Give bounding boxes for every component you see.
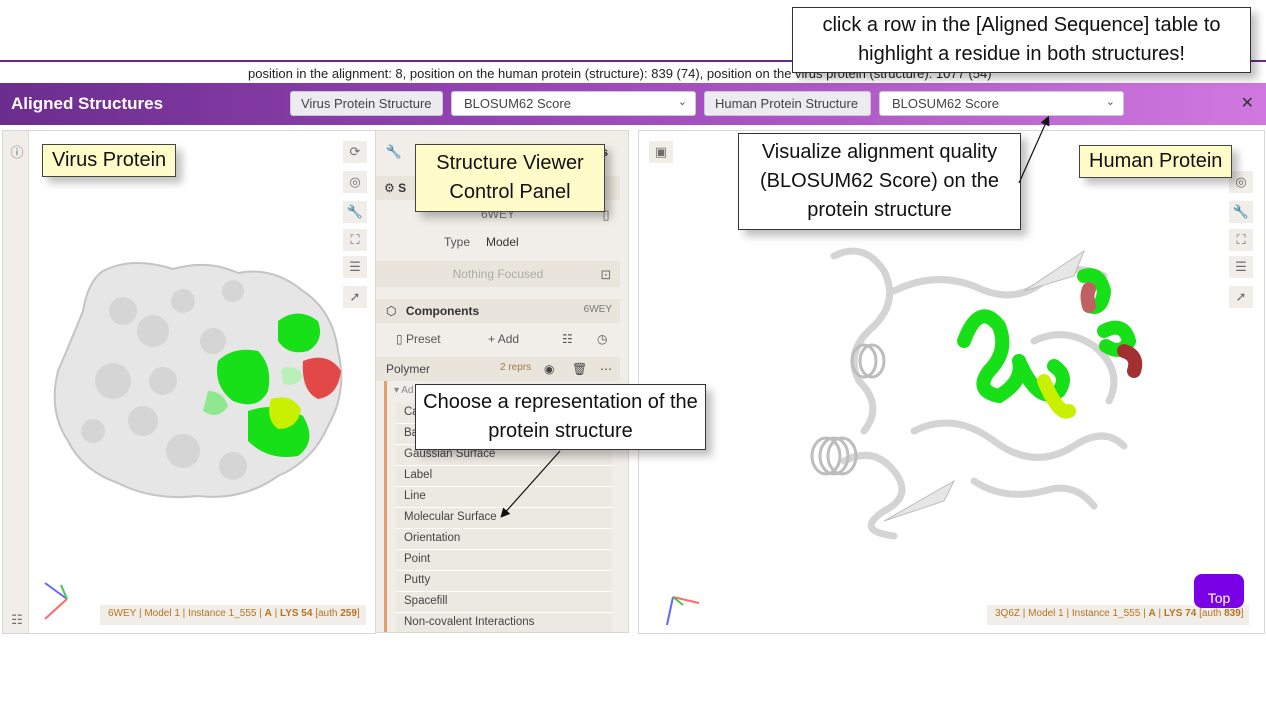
wrench-icon[interactable]: 🔧 bbox=[343, 201, 367, 223]
rep-item[interactable]: Point bbox=[396, 550, 612, 571]
caret-down-icon: ▾ bbox=[394, 385, 400, 396]
virus-structure-viewer[interactable]: ⓘ ☷ ⟳ ◎ 🔧 ⛶ ☰ ➚ 6WEY | Model 1 | Instanc… bbox=[2, 130, 376, 634]
virus-structure-button[interactable]: Virus Protein Structure bbox=[290, 91, 443, 116]
wrench-icon[interactable]: 🔧 bbox=[1229, 201, 1253, 223]
rep-item[interactable]: Non-covalent Interactions bbox=[396, 613, 612, 632]
status-model: Model 1 bbox=[1028, 608, 1064, 619]
chevron-down-icon: ⌄ bbox=[1105, 96, 1115, 108]
help-icon[interactable]: ⓘ bbox=[5, 142, 29, 164]
green-region bbox=[278, 313, 321, 353]
human-protein-label: Human Protein bbox=[1079, 145, 1233, 178]
axes-icon bbox=[44, 582, 68, 620]
rep-item[interactable]: Label bbox=[396, 466, 612, 487]
polymer-reprs: 2 reprs bbox=[500, 362, 532, 373]
preset-button[interactable]: ▯ Preset bbox=[396, 332, 441, 346]
status-chain: A bbox=[1148, 608, 1156, 619]
add-button[interactable]: + Add bbox=[488, 332, 519, 346]
focus-icon[interactable]: ⊡ bbox=[594, 264, 618, 286]
cube-icon: ⬡ bbox=[386, 304, 397, 318]
rep-item[interactable]: Molecular Surface bbox=[396, 508, 612, 529]
nothing-focused[interactable]: Nothing Focused bbox=[376, 261, 620, 287]
sliders-icon[interactable]: ☰ bbox=[343, 256, 367, 278]
virus-color-select-value: BLOSUM62 Score bbox=[464, 96, 571, 111]
status-model: Model 1 bbox=[144, 608, 180, 619]
choose-representation-callout: Choose a representation of the protein s… bbox=[415, 384, 706, 450]
structure-section-label: S bbox=[398, 181, 407, 195]
status-auth-end: ] bbox=[356, 608, 360, 619]
virus-surface-render bbox=[53, 261, 343, 499]
expand-icon[interactable]: ⛶ bbox=[1229, 229, 1253, 251]
type-value: Model bbox=[486, 235, 519, 249]
status-entry: 6WEY bbox=[108, 608, 137, 619]
sliders-icon[interactable]: ☷ bbox=[562, 332, 573, 346]
status-instance: Instance 1_555 bbox=[188, 608, 257, 619]
status-auth-number: 259 bbox=[340, 608, 357, 619]
components-section: ⬡ Components 6WEY bbox=[376, 299, 620, 323]
chevron-down-icon: ⌄ bbox=[677, 96, 687, 108]
expand-icon[interactable]: ⛶ bbox=[343, 229, 367, 251]
status-auth-label: [auth bbox=[315, 608, 338, 619]
add-repr-label: Ad bbox=[401, 385, 414, 396]
rep-item[interactable]: Spacefill bbox=[396, 592, 612, 613]
status-auth-number: 839 bbox=[1224, 608, 1241, 619]
snapshot-icon[interactable]: ▣ bbox=[649, 141, 673, 163]
spin-icon[interactable]: ◎ bbox=[343, 171, 367, 193]
type-row: Type Model bbox=[376, 231, 620, 253]
refresh-icon[interactable]: ⟳ bbox=[343, 141, 367, 163]
eye-icon[interactable]: ◉ bbox=[544, 362, 554, 376]
click-row-callout: click a row in the [Aligned Sequence] ta… bbox=[792, 7, 1251, 73]
status-entry: 3Q6Z bbox=[995, 608, 1021, 619]
more-icon[interactable]: ⋯ bbox=[600, 362, 612, 376]
rep-item[interactable]: Line bbox=[396, 487, 612, 508]
control-panel-label: Structure Viewer Control Panel bbox=[415, 144, 605, 212]
status-chain: A bbox=[264, 608, 272, 619]
status-auth-end: ] bbox=[1240, 608, 1244, 619]
components-label: Components bbox=[405, 304, 480, 318]
aligned-structures-header: Aligned Structures Virus Protein Structu… bbox=[0, 83, 1266, 125]
virus-residue-status: 6WEY | Model 1 | Instance 1_555 | A | LY… bbox=[100, 605, 366, 625]
human-structure-button[interactable]: Human Protein Structure bbox=[704, 91, 871, 116]
spin-icon[interactable]: ◎ bbox=[1229, 171, 1253, 193]
visualize-callout: Visualize alignment quality (BLOSUM62 Sc… bbox=[738, 133, 1021, 230]
preset-icon: ▯ bbox=[396, 332, 403, 346]
polymer-label: Polymer bbox=[386, 362, 431, 376]
wrench-icon[interactable]: 🔧 bbox=[382, 141, 406, 163]
settings-sliders-icon[interactable]: ☷ bbox=[5, 609, 29, 631]
status-auth-label: [auth bbox=[1199, 608, 1222, 619]
viewer-left-strip bbox=[3, 131, 29, 633]
status-residue: LYS 54 bbox=[280, 608, 313, 619]
top-button[interactable]: Top bbox=[1194, 574, 1244, 608]
rep-item[interactable]: Putty bbox=[396, 571, 612, 592]
status-residue: LYS 74 bbox=[1163, 608, 1197, 619]
status-instance: Instance 1_555 bbox=[1071, 608, 1141, 619]
polymer-row[interactable]: Polymer 2 reprs ◉ 🗑 ⋯ bbox=[376, 357, 620, 381]
axes-icon bbox=[666, 596, 700, 626]
type-label: Type bbox=[444, 235, 471, 249]
human-residue-status: 3Q6Z | Model 1 | Instance 1_555 | A | LY… bbox=[987, 605, 1249, 625]
gear-icon: ⚙ bbox=[384, 181, 395, 195]
close-icon[interactable]: ✕ bbox=[1241, 93, 1254, 113]
cursor-icon[interactable]: ➚ bbox=[1229, 286, 1253, 308]
cursor-icon[interactable]: ➚ bbox=[343, 286, 367, 308]
human-color-select[interactable]: BLOSUM62 Score ⌄ bbox=[879, 91, 1124, 116]
components-actions: ▯ Preset + Add ☷ ◷ bbox=[376, 327, 620, 351]
components-id: 6WEY bbox=[583, 304, 612, 315]
virus-color-select[interactable]: BLOSUM62 Score ⌄ bbox=[451, 91, 696, 116]
header-title: Aligned Structures bbox=[11, 94, 164, 113]
trash-icon[interactable]: 🗑 bbox=[572, 362, 587, 376]
history-icon[interactable]: ◷ bbox=[597, 332, 607, 346]
sliders-icon[interactable]: ☰ bbox=[1229, 256, 1253, 278]
selection-bar bbox=[384, 381, 387, 632]
virus-protein-label: Virus Protein bbox=[42, 144, 177, 177]
human-cartoon-render bbox=[810, 247, 1143, 540]
human-color-select-value: BLOSUM62 Score bbox=[892, 96, 999, 111]
rep-item[interactable]: Orientation bbox=[396, 529, 612, 550]
